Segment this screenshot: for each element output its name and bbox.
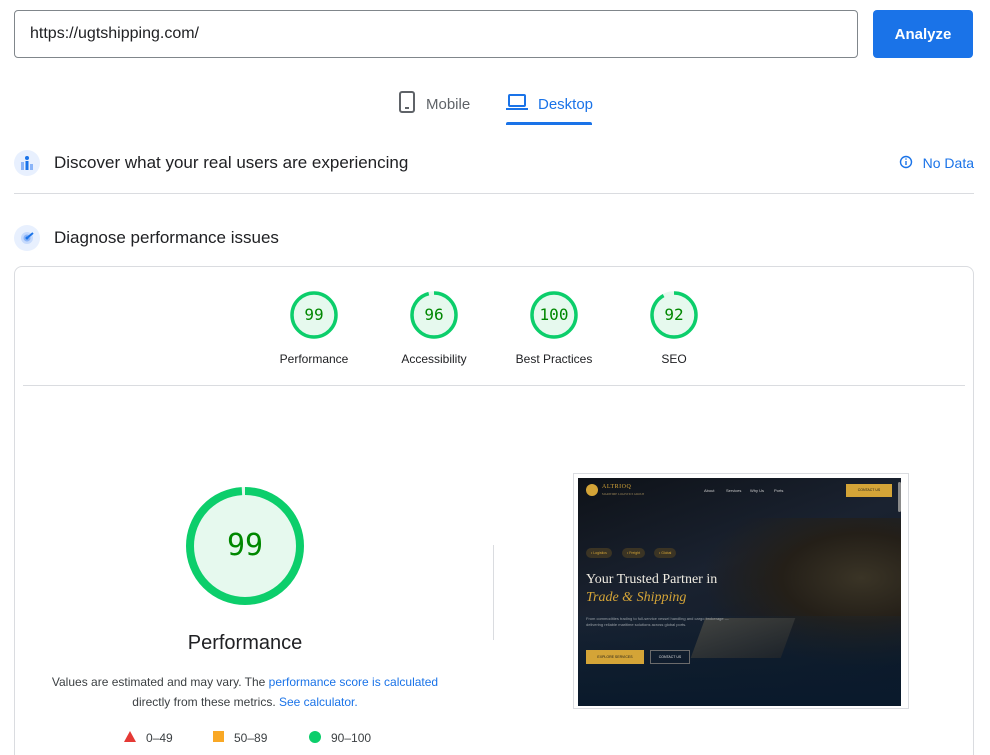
preview-brand-sub: MARITIME LOGISTICS GROUP: [602, 492, 645, 496]
gauge-score: 99: [304, 305, 324, 324]
tab-mobile-label: Mobile: [426, 95, 471, 113]
device-tabs: Mobile Desktop: [0, 84, 990, 126]
laptop-icon: [506, 93, 528, 115]
url-input[interactable]: [14, 10, 858, 58]
gauge-seo[interactable]: 92 SEO: [619, 290, 729, 366]
no-data-label: No Data: [922, 155, 974, 171]
preview-cta-primary: EXPLORE SERVICES: [586, 650, 644, 664]
red-triangle-icon: [124, 731, 136, 745]
preview-headline-accent: Trade & Shipping: [586, 590, 687, 605]
gauge-label: SEO: [661, 352, 687, 366]
final-screenshot: ALTRIOQ MARITIME LOGISTICS GROUP About S…: [573, 473, 909, 709]
gauge-ring: 100: [529, 290, 579, 340]
gauge-score: 100: [539, 305, 569, 324]
field-data-header: Discover what your real users are experi…: [14, 148, 974, 178]
performance-title: Performance: [187, 632, 303, 654]
legend-label: 90–100: [331, 731, 372, 745]
preview-contact-button: CONTACT US: [846, 484, 892, 497]
preview-brand: ALTRIOQ: [602, 484, 632, 490]
preview-nav-item: Services: [726, 488, 742, 493]
see-calculator-link[interactable]: See calculator.: [279, 695, 358, 709]
tab-desktop[interactable]: Desktop: [506, 84, 593, 124]
vertical-divider: [493, 545, 494, 640]
performance-score: 99: [226, 528, 264, 563]
preview-nav-item: Why Us: [750, 488, 764, 493]
field-data-title: Discover what your real users are experi…: [54, 153, 409, 172]
performance-note: Values are estimated and may vary. The p…: [45, 672, 445, 712]
gauge-accessibility[interactable]: 96 Accessibility: [379, 290, 489, 366]
score-calculation-link[interactable]: performance score is calculated: [269, 675, 438, 689]
analyze-button[interactable]: Analyze: [873, 10, 973, 58]
users-chart-icon: [14, 150, 40, 176]
gauge-ring: 92: [649, 290, 699, 340]
gauge-label: Accessibility: [401, 352, 467, 366]
preview-chip: • Freight: [622, 548, 646, 558]
performance-gauge-large: 99: [185, 486, 305, 606]
gauge-label: Best Practices: [515, 352, 593, 366]
note-text: Values are estimated and may vary. The: [51, 675, 269, 689]
tab-mobile[interactable]: Mobile: [398, 84, 470, 124]
preview-nav-item: About: [704, 488, 715, 493]
diagnose-icon: [14, 225, 40, 251]
smartphone-icon: [398, 91, 416, 117]
green-circle-icon: [309, 730, 321, 746]
legend-pass: 90–100: [309, 729, 371, 747]
gauge-score: 96: [424, 305, 444, 324]
legend-label: 50–89: [234, 731, 268, 745]
no-data-link[interactable]: No Data: [899, 155, 974, 172]
lab-data-title: Diagnose performance issues: [54, 228, 279, 247]
info-icon: [899, 155, 913, 172]
tab-desktop-label: Desktop: [538, 95, 594, 113]
gauges-divider: [23, 385, 965, 386]
legend-label: 0–49: [146, 731, 173, 745]
preview-nav-item: Ports: [774, 488, 784, 493]
preview-logo-icon: [586, 484, 598, 496]
page-preview: ALTRIOQ MARITIME LOGISTICS GROUP About S…: [578, 478, 901, 706]
preview-cta-secondary: CONTACT US: [650, 650, 690, 664]
gauge-score: 92: [664, 305, 684, 324]
gauge-label: Performance: [279, 352, 349, 366]
gauge-best-practices[interactable]: 100 Best Practices: [499, 290, 609, 366]
legend-average: 50–89: [213, 729, 267, 747]
preview-headline: Your Trusted Partner in: [586, 572, 718, 587]
preview-scrollbar: [898, 482, 901, 512]
preview-chip: • Logistics: [586, 548, 612, 558]
gauge-ring: 96: [409, 290, 459, 340]
preview-description: From commodities trading to full-service…: [586, 616, 729, 627]
gauge-performance[interactable]: 99 Performance: [259, 290, 369, 366]
lab-data-header: Diagnose performance issues: [14, 223, 974, 253]
note-text-2: directly from these metrics.: [132, 695, 276, 709]
orange-square-icon: [213, 731, 224, 745]
section-divider: [14, 193, 974, 194]
legend-fail: 0–49: [124, 729, 173, 747]
gauge-ring: 99: [289, 290, 339, 340]
active-tab-indicator: [506, 122, 592, 125]
preview-chip: • Global: [654, 548, 677, 558]
